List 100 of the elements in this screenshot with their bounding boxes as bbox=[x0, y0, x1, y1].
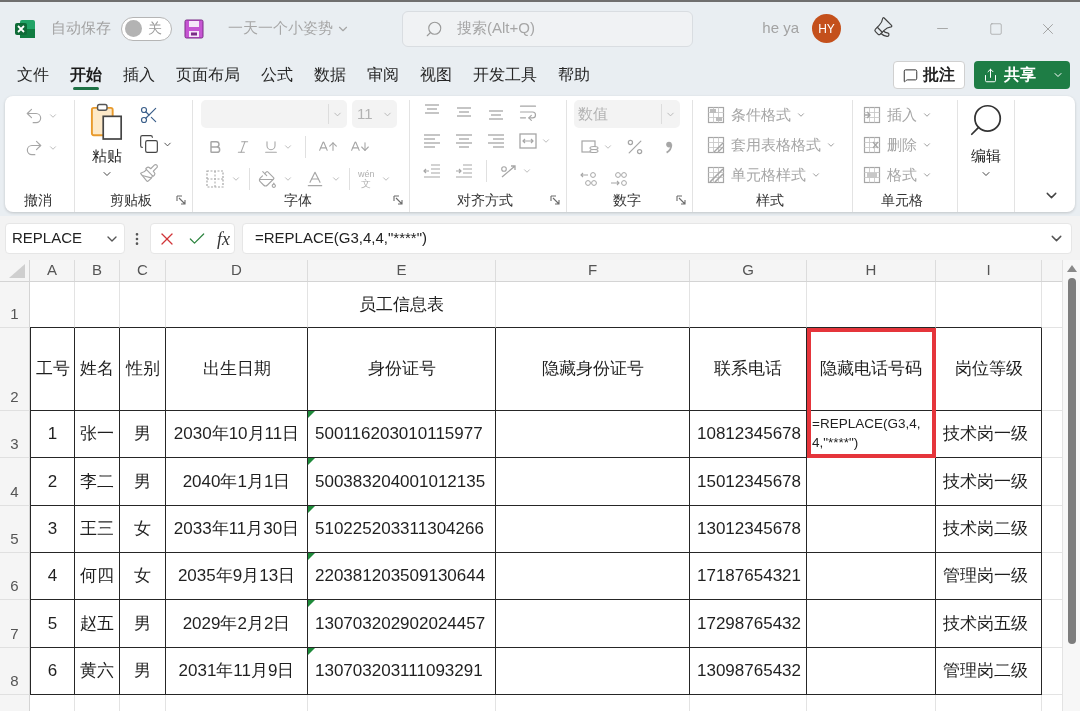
fill-color-icon[interactable] bbox=[258, 169, 277, 189]
decrease-indent-icon[interactable] bbox=[422, 161, 442, 181]
autosave-label: 自动保存 bbox=[51, 18, 111, 39]
formula-text[interactable]: =REPLACE(G3,4,4,"****") bbox=[812, 414, 930, 452]
ribbon-tab[interactable]: 视图 bbox=[420, 58, 452, 92]
font-color-icon[interactable] bbox=[305, 169, 325, 189]
column-header[interactable]: B bbox=[75, 260, 120, 281]
row-header[interactable]: 6 bbox=[0, 553, 30, 600]
table-cell: 13098765432 bbox=[690, 648, 807, 695]
name-box[interactable]: REPLACE bbox=[5, 223, 125, 254]
row-header[interactable]: 2 bbox=[0, 328, 30, 411]
align-left-icon[interactable] bbox=[422, 131, 442, 151]
table-header-cell: 隐藏身份证号 bbox=[496, 328, 690, 411]
row-header[interactable]: 1 bbox=[0, 282, 30, 328]
ribbon-tab[interactable]: 公式 bbox=[261, 58, 293, 92]
maximize-icon[interactable] bbox=[989, 21, 1003, 36]
table-cell: 2031年11月9日 bbox=[166, 648, 308, 695]
copy-icon[interactable] bbox=[139, 134, 159, 154]
paste-button[interactable]: 粘贴 bbox=[87, 103, 127, 183]
table-cell: 13012345678 bbox=[690, 506, 807, 553]
table-cell: 管理岗二级 bbox=[936, 648, 1042, 695]
share-icon bbox=[983, 67, 998, 83]
row-header[interactable]: 5 bbox=[0, 506, 30, 553]
table-header-cell: 岗位等级 bbox=[936, 328, 1042, 411]
ribbon-tab[interactable]: 数据 bbox=[314, 58, 346, 92]
table-cell: 王三 bbox=[75, 506, 120, 553]
table-header-cell: 联系电话 bbox=[690, 328, 807, 411]
decrease-decimal-icon[interactable] bbox=[609, 169, 629, 189]
table-cell: 2040年1月1日 bbox=[166, 458, 308, 506]
table-cell: 17187654321 bbox=[690, 553, 807, 600]
table-cell: 男 bbox=[120, 600, 166, 648]
column-header[interactable]: I bbox=[936, 260, 1042, 281]
merge-cells-icon[interactable] bbox=[518, 131, 538, 151]
ribbon-tab[interactable]: 文件 bbox=[17, 58, 49, 92]
ribbon-tab[interactable]: 帮助 bbox=[558, 58, 590, 92]
italic-icon[interactable] bbox=[235, 139, 251, 155]
table-cell: 黄六 bbox=[75, 648, 120, 695]
toggle-knob-icon bbox=[125, 20, 142, 37]
align-right-icon[interactable] bbox=[486, 131, 506, 151]
row-header[interactable]: 4 bbox=[0, 458, 30, 506]
table-cell: 2029年2月2日 bbox=[166, 600, 308, 648]
editing-button[interactable]: 编辑 bbox=[958, 100, 1014, 180]
column-header[interactable]: H bbox=[807, 260, 936, 281]
table-cell: 3 bbox=[30, 506, 75, 553]
dialog-launcher-icon[interactable] bbox=[176, 195, 186, 205]
corner-triangle-icon[interactable] bbox=[308, 648, 315, 655]
empty-cell bbox=[75, 282, 120, 328]
corner-triangle-icon[interactable] bbox=[308, 553, 315, 560]
formula-input[interactable]: =REPLACE(G3,4,4,"****") bbox=[242, 223, 1072, 254]
column-header[interactable]: E bbox=[308, 260, 496, 281]
undo-icon[interactable] bbox=[24, 106, 44, 126]
align-center-icon[interactable] bbox=[454, 131, 474, 151]
scrollbar-track[interactable] bbox=[1062, 260, 1080, 711]
table-header-cell: 身份证号 bbox=[308, 328, 496, 411]
increase-decimal-icon[interactable] bbox=[579, 169, 599, 189]
column-header[interactable]: D bbox=[166, 260, 308, 281]
percent-style-icon[interactable] bbox=[625, 137, 645, 157]
corner-triangle-icon[interactable] bbox=[308, 458, 315, 465]
bold-icon[interactable] bbox=[207, 139, 223, 155]
corner-triangle-icon[interactable] bbox=[308, 600, 315, 607]
format-painter-icon[interactable] bbox=[139, 163, 159, 183]
ribbon-tab[interactable]: 插入 bbox=[123, 58, 155, 92]
cut-icon[interactable] bbox=[139, 105, 159, 125]
column-header[interactable]: C bbox=[120, 260, 166, 281]
ribbon-tab[interactable]: 审阅 bbox=[367, 58, 399, 92]
row-header[interactable]: 8 bbox=[0, 648, 30, 695]
dialog-launcher-icon[interactable] bbox=[393, 195, 403, 205]
group-label: 字体 bbox=[284, 190, 312, 210]
table-cell: 6 bbox=[30, 648, 75, 695]
underline-icon[interactable] bbox=[263, 139, 279, 155]
column-header[interactable]: G bbox=[690, 260, 807, 281]
comma-style-icon[interactable] bbox=[665, 140, 673, 154]
dialog-launcher-icon[interactable] bbox=[676, 195, 686, 205]
search-icon bbox=[425, 19, 443, 38]
select-all-icon[interactable] bbox=[9, 264, 25, 278]
scroll-up-arrow-icon[interactable] bbox=[1066, 265, 1077, 272]
corner-triangle-icon[interactable] bbox=[308, 411, 315, 418]
user-avatar[interactable]: HY bbox=[812, 14, 841, 43]
ribbon-tab[interactable]: 开始 bbox=[70, 58, 102, 92]
row-header[interactable]: 7 bbox=[0, 600, 30, 648]
ribbon-tab[interactable]: 页面布局 bbox=[176, 58, 240, 92]
scrollbar-thumb[interactable] bbox=[1067, 278, 1076, 644]
cell-text: 500383204001012135 bbox=[315, 470, 486, 493]
cell-text: 130703202902024457 bbox=[315, 612, 486, 635]
redo-icon[interactable] bbox=[24, 138, 44, 158]
row-header[interactable]: 3 bbox=[0, 411, 30, 458]
row-header[interactable] bbox=[0, 695, 30, 711]
save-icon[interactable] bbox=[184, 18, 204, 39]
ribbon-tab[interactable]: 开发工具 bbox=[473, 58, 537, 92]
borders-icon[interactable] bbox=[205, 169, 225, 189]
spreadsheet-app-logo-icon[interactable] bbox=[14, 18, 36, 39]
share-button[interactable]: 共享 bbox=[974, 61, 1070, 89]
comments-button[interactable]: 批注 bbox=[893, 61, 965, 89]
column-header[interactable]: A bbox=[30, 260, 75, 281]
insert-function-button[interactable]: fx bbox=[217, 229, 230, 248]
column-header[interactable]: F bbox=[496, 260, 690, 281]
increase-indent-icon[interactable] bbox=[454, 161, 474, 181]
dialog-launcher-icon[interactable] bbox=[550, 195, 560, 205]
corner-triangle-icon[interactable] bbox=[308, 506, 315, 513]
table-cell: 技术岗五级 bbox=[936, 600, 1042, 648]
